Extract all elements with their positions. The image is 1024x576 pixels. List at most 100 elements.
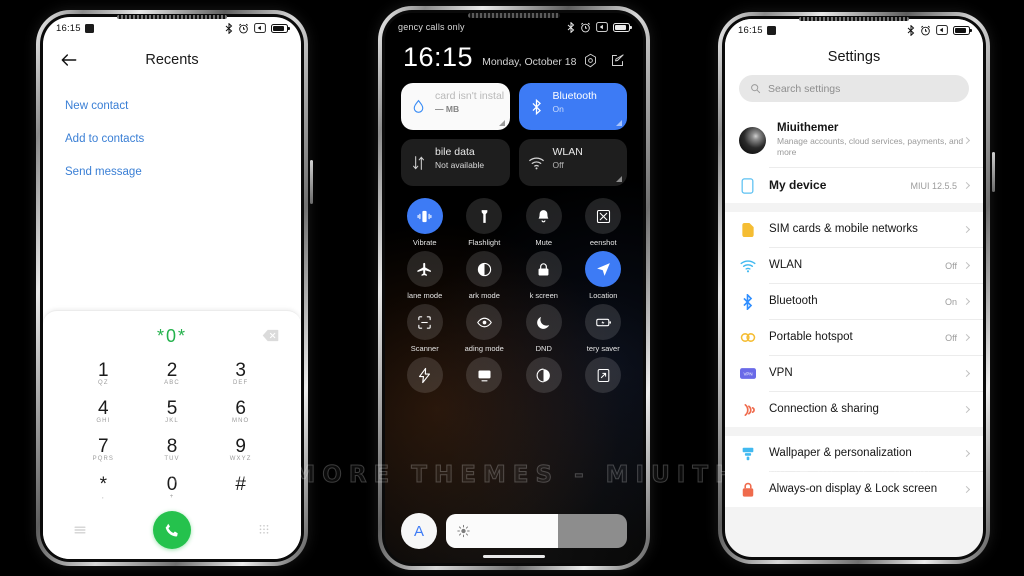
account-row[interactable]: Miuithemer Manage accounts, cloud servic… — [725, 113, 983, 167]
row-value: Off — [945, 260, 957, 271]
key-digit: 6 — [235, 398, 246, 419]
alarm-clock-icon — [581, 22, 590, 32]
key-1[interactable]: 1 QZ — [69, 355, 138, 393]
toggle-mute[interactable]: Mute — [514, 198, 574, 248]
phone3-screen: 16:15 Settings Search settings Miuitheme… — [725, 19, 983, 557]
key-5[interactable]: 5 JKL — [138, 393, 207, 431]
tile-expand-corner[interactable] — [616, 120, 622, 126]
row-portable-hotspot[interactable]: Portable hotspot Off — [725, 320, 983, 355]
tile-expand-corner[interactable] — [498, 120, 505, 126]
toggle-battery-saver[interactable]: tery saver — [574, 304, 634, 354]
toggle-screenshot[interactable]: eenshot — [574, 198, 634, 248]
toggle-scanner[interactable]: Scanner — [395, 304, 455, 354]
row-bluetooth[interactable]: Bluetooth On — [725, 284, 983, 319]
row-label: SIM cards & mobile networks — [769, 222, 918, 235]
account-name: Miuithemer — [777, 122, 839, 134]
toggle-dnd[interactable]: DND — [514, 304, 574, 354]
hamburger-menu-icon[interactable] — [73, 523, 87, 537]
battery-icon — [271, 23, 290, 33]
toggle-flashlight[interactable]: Flashlight — [455, 198, 515, 248]
tile-title: Bluetooth — [552, 90, 597, 102]
chevron-right-icon — [962, 225, 971, 234]
status-notification-icon — [84, 23, 94, 33]
toggle-quick-charge[interactable] — [395, 357, 455, 407]
key-8[interactable]: 8 TUV — [138, 431, 207, 469]
key-3[interactable]: 3 DEF — [206, 355, 275, 393]
key-star[interactable]: *, — [69, 469, 138, 507]
toggle-label: Location — [589, 291, 618, 300]
dark-mode-icon — [477, 262, 491, 276]
key-4[interactable]: 4 GHI — [69, 393, 138, 431]
call-button[interactable] — [153, 511, 191, 549]
location-arrow-icon — [596, 262, 610, 276]
tile-bluetooth[interactable]: Bluetooth On — [518, 83, 627, 130]
key-7[interactable]: 7 PQRS — [69, 431, 138, 469]
scanner-icon — [418, 315, 431, 329]
toggle-auto-rotate[interactable] — [574, 357, 634, 407]
row-my-device[interactable]: My device MIUI 12.5.5 — [725, 168, 983, 203]
row-wallpaper[interactable]: Wallpaper & personalization — [725, 436, 983, 471]
top-speaker-grille — [468, 13, 560, 18]
top-speaker-grille — [799, 17, 909, 21]
vibrate-icon — [417, 210, 432, 222]
tile-sub: Not available — [435, 160, 485, 170]
toggle-label: Scanner — [410, 344, 439, 353]
key-2[interactable]: 2 ABC — [138, 355, 207, 393]
search-settings-field[interactable]: Search settings — [739, 75, 969, 102]
phone1-screen: 16:15 Recents New contact Add to contact… — [43, 17, 301, 559]
toggle-reading-mode[interactable]: ading mode — [455, 304, 515, 354]
toggle-vibrate[interactable]: Vibrate — [395, 198, 455, 248]
key-0[interactable]: 0 + — [138, 469, 207, 507]
settings-gear-icon[interactable] — [583, 53, 598, 68]
tile-wlan[interactable]: WLAN Off — [518, 139, 627, 186]
toggle-cast[interactable] — [455, 357, 515, 407]
row-wlan[interactable]: WLAN Off — [725, 248, 983, 283]
row-vpn[interactable]: VPN VPN — [725, 356, 983, 391]
page-title: Recents — [145, 52, 199, 68]
home-indicator[interactable] — [483, 555, 545, 558]
connection-sharing-icon — [739, 401, 756, 418]
key-hash[interactable]: # — [206, 469, 275, 507]
row-label: Wallpaper & personalization — [769, 446, 912, 459]
status-bar: 16:15 — [725, 19, 983, 41]
auto-brightness-button[interactable]: A — [401, 513, 437, 549]
toggle-label: lane mode — [407, 291, 443, 300]
edit-pencil-icon[interactable] — [610, 53, 625, 68]
send-message-action[interactable]: Send message — [65, 157, 279, 190]
row-label: VPN — [769, 366, 793, 379]
status-time: 16:15 — [56, 22, 81, 34]
chevron-right-icon — [962, 485, 971, 494]
search-icon — [751, 84, 761, 94]
bell-mute-icon — [538, 209, 549, 222]
account-subtitle: Manage accounts, cloud services, payment… — [777, 136, 964, 157]
toggle-dark-mode[interactable]: ark mode — [455, 251, 515, 301]
key-6[interactable]: 6 MNO — [206, 393, 275, 431]
row-sim-cards[interactable]: SIM cards & mobile networks — [725, 212, 983, 247]
big-tiles-grid: card isn't instal — MB Bluetooth On bile… — [385, 71, 643, 186]
toggle-sync[interactable] — [514, 357, 574, 407]
toggle-label: Vibrate — [412, 238, 437, 247]
toggle-lock-screen[interactable]: k screen — [514, 251, 574, 301]
row-always-on-display[interactable]: Always-on display & Lock screen — [725, 472, 983, 507]
toggle-label: Mute — [535, 238, 553, 247]
side-button[interactable] — [992, 152, 995, 192]
brightness-slider[interactable] — [446, 514, 627, 548]
row-connection-sharing[interactable]: Connection & sharing — [725, 392, 983, 427]
toggle-label: Flashlight — [468, 238, 501, 247]
toggle-location[interactable]: Location — [574, 251, 634, 301]
vpn-icon: VPN — [739, 365, 756, 382]
toggle-airplane-mode[interactable]: lane mode — [395, 251, 455, 301]
dialpad-icon[interactable] — [257, 523, 271, 537]
tile-expand-corner[interactable] — [616, 176, 622, 182]
tile-mobile-data[interactable]: bile data Not available — [401, 139, 510, 186]
tile-sub: Off — [552, 160, 564, 170]
side-button[interactable] — [310, 160, 313, 204]
new-contact-action[interactable]: New contact — [65, 91, 279, 124]
screenshot-stage: 16:15 Recents New contact Add to contact… — [0, 0, 1024, 576]
key-9[interactable]: 9 WXYZ — [206, 431, 275, 469]
row-label: Connection & sharing — [769, 402, 879, 415]
add-to-contacts-action[interactable]: Add to contacts — [65, 124, 279, 157]
backspace-icon[interactable] — [262, 329, 279, 342]
clock-row: 16:15 Monday, October 18 — [385, 35, 643, 71]
tile-data-usage[interactable]: card isn't instal — MB — [401, 83, 510, 130]
